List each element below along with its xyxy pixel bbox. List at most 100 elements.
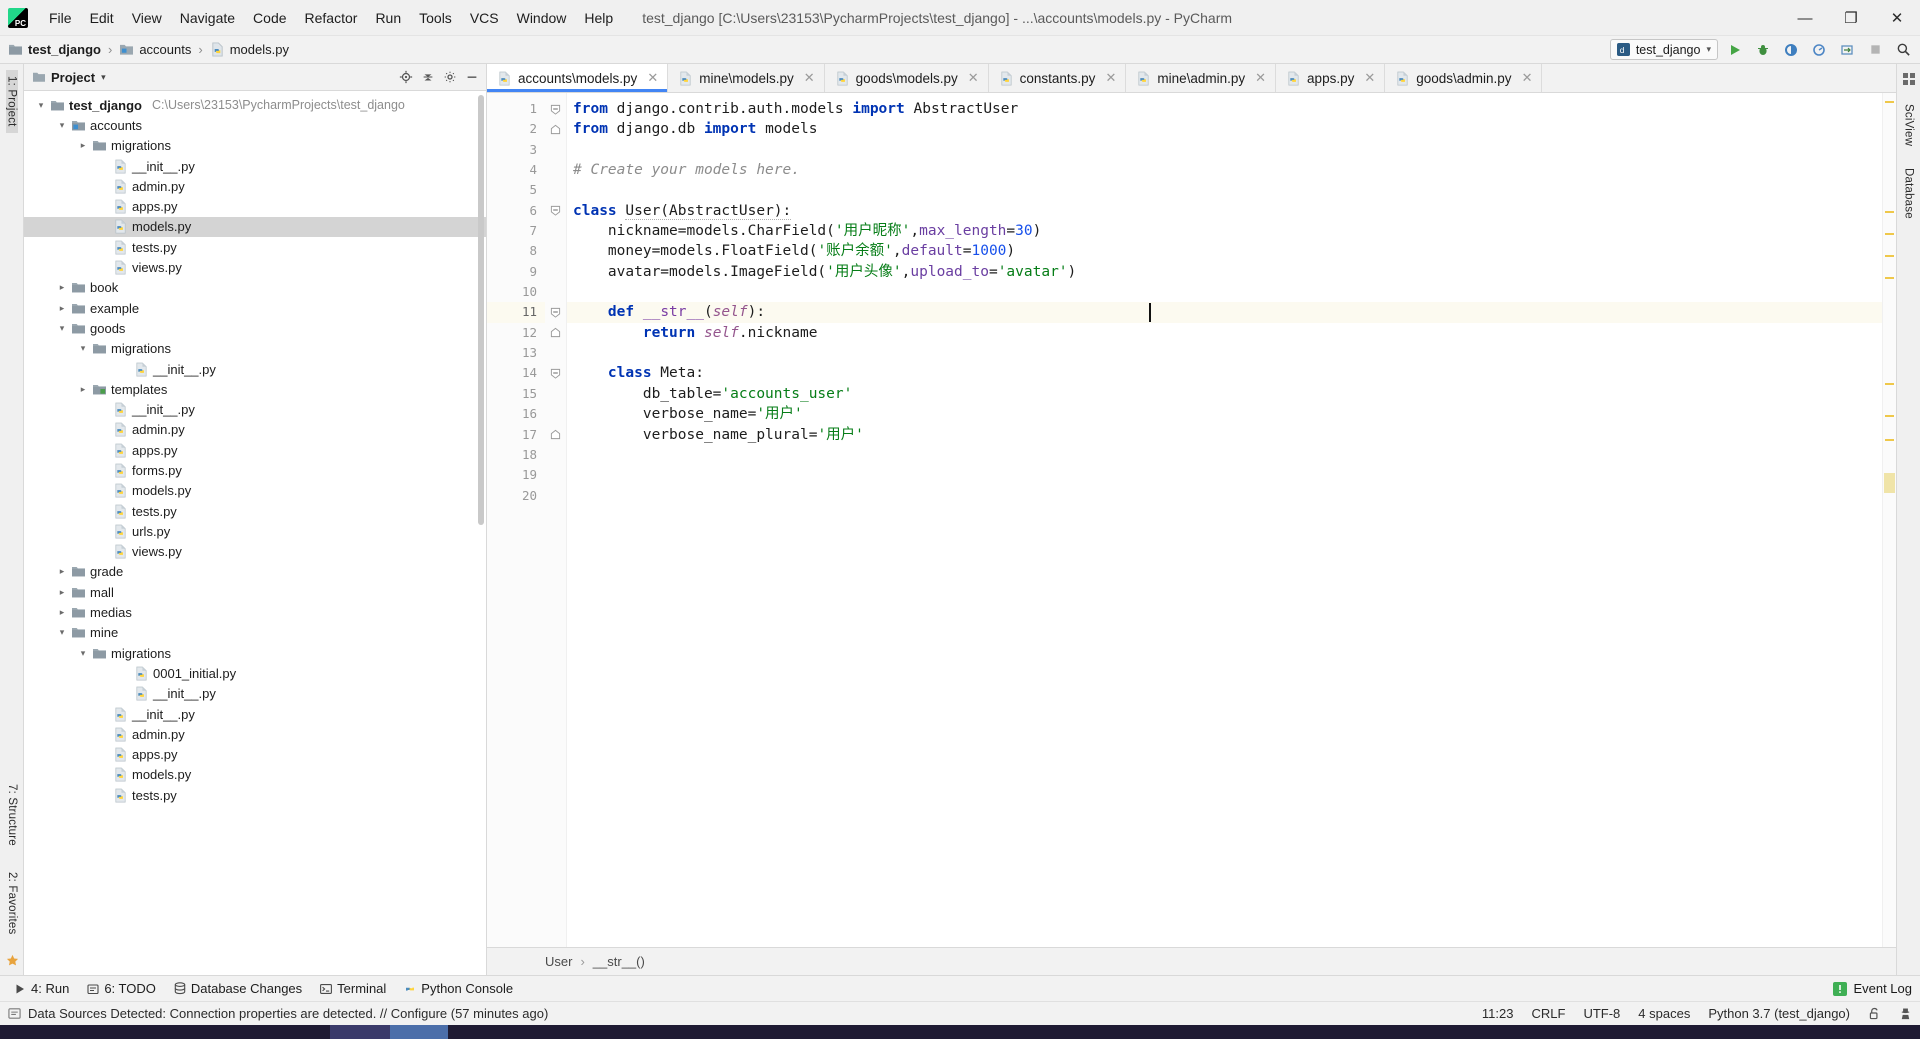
status-message[interactable]: Data Sources Detected: Connection proper… [28, 1006, 548, 1021]
tool-window-button-python-console[interactable]: Python Console [396, 979, 521, 998]
line-number-8[interactable]: 8 [487, 241, 545, 261]
tree-node-0001_initial-py[interactable]: 0001_initial.py [24, 663, 486, 683]
line-number-6[interactable]: 6 [487, 201, 545, 221]
tool-window-button-4--run[interactable]: 4: Run [6, 979, 77, 998]
chevron-down-icon[interactable]: ▾ [55, 627, 69, 638]
code-line-2[interactable]: from django.db import models [567, 119, 1882, 139]
tree-node-views-py[interactable]: views.py [24, 257, 486, 277]
tree-node-goods[interactable]: ▾ goods [24, 318, 486, 338]
tree-node-__init__-py[interactable]: __init__.py [24, 156, 486, 176]
code-line-5[interactable] [567, 180, 1882, 200]
menu-run[interactable]: Run [366, 6, 410, 30]
tree-node-medias[interactable]: ▸ medias [24, 602, 486, 622]
code-line-9[interactable]: avatar=models.ImageField('用户头像',upload_t… [567, 262, 1882, 282]
tree-node-forms-py[interactable]: forms.py [24, 460, 486, 480]
chevron-right-icon[interactable]: ▸ [76, 384, 90, 395]
tree-node-test_django[interactable]: ▾ test_django C:\Users\23153\PycharmProjec… [24, 95, 486, 115]
taskbar-item-2[interactable] [390, 1025, 448, 1039]
fold-marker-open[interactable] [545, 302, 566, 322]
line-number-4[interactable]: 4 [487, 160, 545, 180]
chevron-down-icon[interactable]: ▾ [76, 343, 90, 354]
fold-marker-end[interactable] [545, 323, 566, 343]
fold-marker-end[interactable] [545, 119, 566, 139]
close-icon[interactable]: ✕ [1522, 70, 1533, 86]
python-interpreter[interactable]: Python 3.7 (test_django) [1708, 1006, 1850, 1021]
fold-marker-end[interactable] [545, 425, 566, 445]
tree-node-grade[interactable]: ▸ grade [24, 562, 486, 582]
code-line-18[interactable] [567, 445, 1882, 465]
editor-tab-mine-models-py[interactable]: mine\models.py ✕ [668, 64, 825, 92]
chevron-down-icon[interactable]: ▾ [55, 323, 69, 334]
editor-tab-mine-admin-py[interactable]: mine\admin.py ✕ [1126, 64, 1277, 92]
line-number-20[interactable]: 20 [487, 486, 545, 506]
tree-node-urls-py[interactable]: urls.py [24, 521, 486, 541]
line-separator[interactable]: CRLF [1532, 1006, 1566, 1021]
file-encoding[interactable]: UTF-8 [1583, 1006, 1620, 1021]
taskbar-item-1[interactable] [330, 1025, 390, 1039]
tree-node-admin-py[interactable]: admin.py [24, 724, 486, 744]
line-number-9[interactable]: 9 [487, 262, 545, 282]
chevron-down-icon[interactable]: ▾ [1706, 44, 1711, 55]
code-line-11[interactable]: def __str__(self): [567, 302, 1882, 323]
menu-code[interactable]: Code [244, 6, 295, 30]
tree-node-apps-py[interactable]: apps.py [24, 745, 486, 765]
menu-vcs[interactable]: VCS [461, 6, 508, 30]
editor-tab-constants-py[interactable]: constants.py ✕ [988, 64, 1127, 92]
tree-node-accounts[interactable]: ▾ accounts [24, 115, 486, 135]
code-line-13[interactable] [567, 343, 1882, 363]
run-configuration-selector[interactable]: d test_django ▾ [1609, 39, 1718, 60]
chevron-down-icon[interactable]: ▾ [34, 100, 48, 111]
grid-icon[interactable] [1902, 70, 1915, 88]
close-button[interactable]: ✕ [1874, 0, 1920, 36]
line-number-16[interactable]: 16 [487, 404, 545, 424]
code-line-17[interactable]: verbose_name_plural='用户' [567, 425, 1882, 445]
code-line-3[interactable] [567, 140, 1882, 160]
line-number-14[interactable]: 14 [487, 363, 545, 383]
code-line-16[interactable]: verbose_name='用户' [567, 404, 1882, 424]
tree-node-example[interactable]: ▸ example [24, 298, 486, 318]
tree-node-migrations[interactable]: ▾ migrations [24, 339, 486, 359]
code-line-15[interactable]: db_table='accounts_user' [567, 384, 1882, 404]
breadcrumb-item-accounts[interactable]: accounts [119, 42, 191, 57]
tree-node-admin-py[interactable]: admin.py [24, 420, 486, 440]
line-number-15[interactable]: 15 [487, 384, 545, 404]
menu-edit[interactable]: Edit [81, 6, 123, 30]
chevron-right-icon[interactable]: ▸ [55, 566, 69, 577]
attach-icon[interactable] [1836, 39, 1858, 60]
tree-node-models-py[interactable]: models.py [24, 481, 486, 501]
fold-marker-open[interactable] [545, 99, 566, 119]
project-tree-scrollbar[interactable] [477, 91, 485, 975]
hide-panel-icon[interactable] [462, 67, 482, 87]
code-text[interactable]: from django.contrib.auth.models import A… [567, 93, 1882, 947]
tree-node-mine[interactable]: ▾ mine [24, 623, 486, 643]
editor-tab-goods-models-py[interactable]: goods\models.py ✕ [824, 64, 989, 92]
chevron-right-icon[interactable]: ▸ [76, 140, 90, 151]
debug-icon[interactable] [1752, 39, 1774, 60]
tree-node-mall[interactable]: ▸ mall [24, 582, 486, 602]
line-number-7[interactable]: 7 [487, 221, 545, 241]
line-number-13[interactable]: 13 [487, 343, 545, 363]
code-line-10[interactable] [567, 282, 1882, 302]
tree-node-admin-py[interactable]: admin.py [24, 176, 486, 196]
line-number-18[interactable]: 18 [487, 445, 545, 465]
line-number-17[interactable]: 17 [487, 425, 545, 445]
tree-node-views-py[interactable]: views.py [24, 542, 486, 562]
event-log-button[interactable]: Event Log [1833, 981, 1912, 996]
code-line-1[interactable]: from django.contrib.auth.models import A… [567, 99, 1882, 119]
search-icon[interactable] [1892, 39, 1914, 60]
editor-tab-apps-py[interactable]: apps.py ✕ [1276, 64, 1386, 92]
close-icon[interactable]: ✕ [1255, 70, 1266, 86]
editor-breadcrumb-method[interactable]: __str__() [593, 954, 645, 969]
maximize-button[interactable]: ❐ [1828, 0, 1874, 36]
tree-node-apps-py[interactable]: apps.py [24, 440, 486, 460]
lock-icon[interactable] [1868, 1007, 1881, 1021]
chevron-down-icon[interactable]: ▾ [101, 72, 106, 83]
chevron-down-icon[interactable]: ▾ [55, 120, 69, 131]
profile-icon[interactable] [1808, 39, 1830, 60]
coverage-icon[interactable] [1780, 39, 1802, 60]
editor-marker-bar[interactable] [1882, 93, 1896, 947]
editor-viewport[interactable]: 1 2 3 4 5 6 7 8 9 10 11 12 13 14 15 16 17 18 19 20 from dja… [487, 93, 1896, 947]
editor-tab-accounts-models-py[interactable]: accounts\models.py ✕ [487, 64, 669, 92]
caret-position[interactable]: 11:23 [1482, 1006, 1514, 1021]
line-number-3[interactable]: 3 [487, 140, 545, 160]
